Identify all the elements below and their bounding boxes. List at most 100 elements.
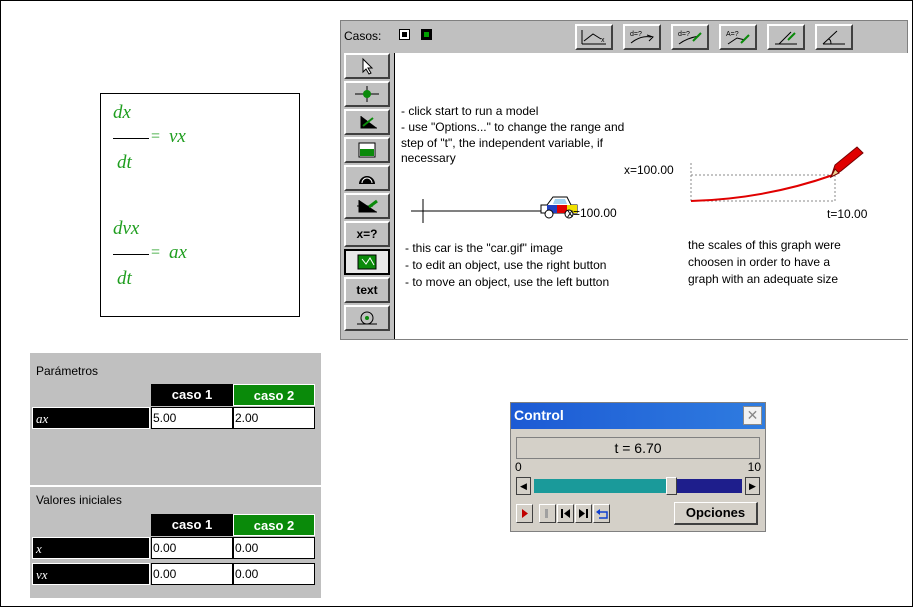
control-window: Control ✕ t = 6.70 0 10 ◀ ▶ Opciones: [510, 402, 766, 532]
time-slider[interactable]: ◀ ▶: [516, 477, 760, 495]
rotation-tool[interactable]: [344, 305, 390, 331]
graph-note-1: the scales of this graph were: [688, 238, 841, 252]
param-ax-case2[interactable]: 2.00: [233, 407, 315, 429]
init-x-case2[interactable]: 0.00: [233, 537, 315, 559]
eq1-fraction-bar: [113, 138, 149, 139]
play-icon: [521, 509, 528, 518]
svg-text:x: x: [601, 37, 605, 44]
meter-tool[interactable]: [344, 165, 390, 191]
slider-min-label: 0: [515, 460, 522, 474]
step-back-icon: [561, 509, 570, 518]
svg-text:A=?: A=?: [726, 31, 739, 38]
angle-button[interactable]: [815, 24, 853, 50]
initial-values-title: Valores iniciales: [36, 493, 122, 507]
play-button[interactable]: [516, 504, 533, 523]
svg-text:d=?: d=?: [678, 31, 690, 38]
vector-icon: [775, 31, 797, 45]
control-title-bar[interactable]: Control ✕: [511, 403, 765, 429]
a-graph-icon: A=?: [726, 31, 750, 45]
position-graph[interactable]: [685, 143, 865, 208]
svg-text:d=?: d=?: [630, 31, 642, 38]
model-toolbar: Casos: x d=? d=? A=?: [341, 21, 907, 51]
d-table-button[interactable]: d=?: [671, 24, 709, 50]
xy-graph-button[interactable]: x: [575, 24, 613, 50]
d-graph-icon: d=?: [630, 31, 654, 44]
eq1-rhs: vx: [169, 126, 186, 147]
pointer-icon: [362, 57, 374, 75]
eq2-rhs: ax: [169, 242, 187, 263]
slider-thumb[interactable]: [665, 477, 677, 495]
pause-button[interactable]: [539, 504, 556, 523]
value-tool-label: x=?: [356, 227, 378, 241]
init-vx-case2[interactable]: 0.00: [233, 563, 315, 585]
model-canvas[interactable]: - click start to run a model - use "Opti…: [394, 53, 908, 339]
graph-x-label: x=100.00: [624, 163, 674, 177]
time-display: t = 6.70: [516, 437, 760, 459]
eq2-equals: =: [151, 244, 161, 261]
level-tool[interactable]: [344, 137, 390, 163]
pause-icon: [544, 509, 548, 518]
slider-track-remaining: [676, 479, 742, 493]
param-ax-case1[interactable]: 5.00: [151, 407, 233, 429]
model-window: Casos: x d=? d=? A=? x=? text - click st…: [340, 20, 908, 340]
car-note-3: - to move an object, use the left button: [405, 275, 610, 289]
step-forward-icon: [579, 509, 588, 518]
eq1-denominator: dt: [117, 152, 132, 173]
init-x-case1[interactable]: 0.00: [151, 537, 233, 559]
a-graph-button[interactable]: A=?: [719, 24, 757, 50]
case-1-toggle[interactable]: [399, 29, 410, 40]
control-title: Control: [514, 407, 564, 423]
slider-left-arrow[interactable]: ◀: [516, 477, 531, 495]
instruction-4: necessary: [401, 151, 456, 165]
init-vx-case1[interactable]: 0.00: [151, 563, 233, 585]
text-tool-label: text: [356, 283, 378, 297]
instruction-2: - use "Options..." to change the range a…: [401, 120, 625, 134]
level-icon: [358, 142, 376, 158]
init-case2-header: caso 2: [233, 514, 315, 536]
graph-note-2: choosen in order to have a: [688, 255, 831, 269]
graph-tool-icon: [357, 199, 378, 213]
options-button[interactable]: Opciones: [674, 502, 758, 525]
particle-tool[interactable]: [344, 81, 390, 107]
d-table-icon: d=?: [678, 31, 702, 45]
particle-icon: [355, 86, 379, 102]
angle-icon: [822, 30, 845, 45]
equation-box[interactable]: dx = vx dt dvx = ax dt: [100, 93, 300, 317]
image-icon: [357, 254, 377, 270]
pointer-tool[interactable]: [344, 53, 390, 79]
car-position-label: x=100.00: [567, 206, 617, 220]
slider-max-label: 10: [747, 460, 761, 474]
d-graph-button[interactable]: d=?: [623, 24, 661, 50]
xy-graph-icon: x: [581, 30, 606, 45]
instruction-1: - click start to run a model: [401, 104, 539, 118]
close-icon[interactable]: ✕: [743, 406, 762, 425]
rotation-icon: [357, 311, 377, 325]
graph-tool[interactable]: [344, 193, 390, 219]
value-tool[interactable]: x=?: [344, 221, 390, 247]
panel-separator: [30, 485, 321, 487]
case-2-toggle[interactable]: [421, 29, 432, 40]
init-vx-name: vx: [32, 563, 150, 585]
eq1-numerator: dx: [113, 102, 131, 123]
image-tool[interactable]: [344, 249, 390, 275]
text-tool[interactable]: text: [344, 277, 390, 303]
graph-t-label: t=10.00: [827, 207, 868, 221]
slider-track-filled: [534, 479, 666, 493]
step-back-button[interactable]: [557, 504, 574, 523]
eq2-numerator: dvx: [113, 218, 140, 239]
graph-note-3: graph with an adequate size: [688, 272, 839, 286]
reset-button[interactable]: [593, 504, 610, 523]
init-case1-header: caso 1: [151, 514, 233, 536]
vector-tool[interactable]: [344, 109, 390, 135]
car-note-2: - to edit an object, use the right butto…: [405, 258, 607, 272]
slider-right-arrow[interactable]: ▶: [745, 477, 760, 495]
init-x-name: x: [32, 537, 150, 559]
eq2-denominator: dt: [117, 268, 132, 289]
parameters-panel: Parámetros caso 1 caso 2 ax 5.00 2.00 Va…: [30, 353, 321, 598]
casos-label: Casos:: [344, 29, 382, 43]
step-forward-button[interactable]: [575, 504, 592, 523]
instruction-3: step of "t", the independent variable, i…: [401, 136, 603, 150]
param-case1-header: caso 1: [151, 384, 233, 406]
pencil-icon: [829, 146, 864, 179]
vector-button[interactable]: [767, 24, 805, 50]
